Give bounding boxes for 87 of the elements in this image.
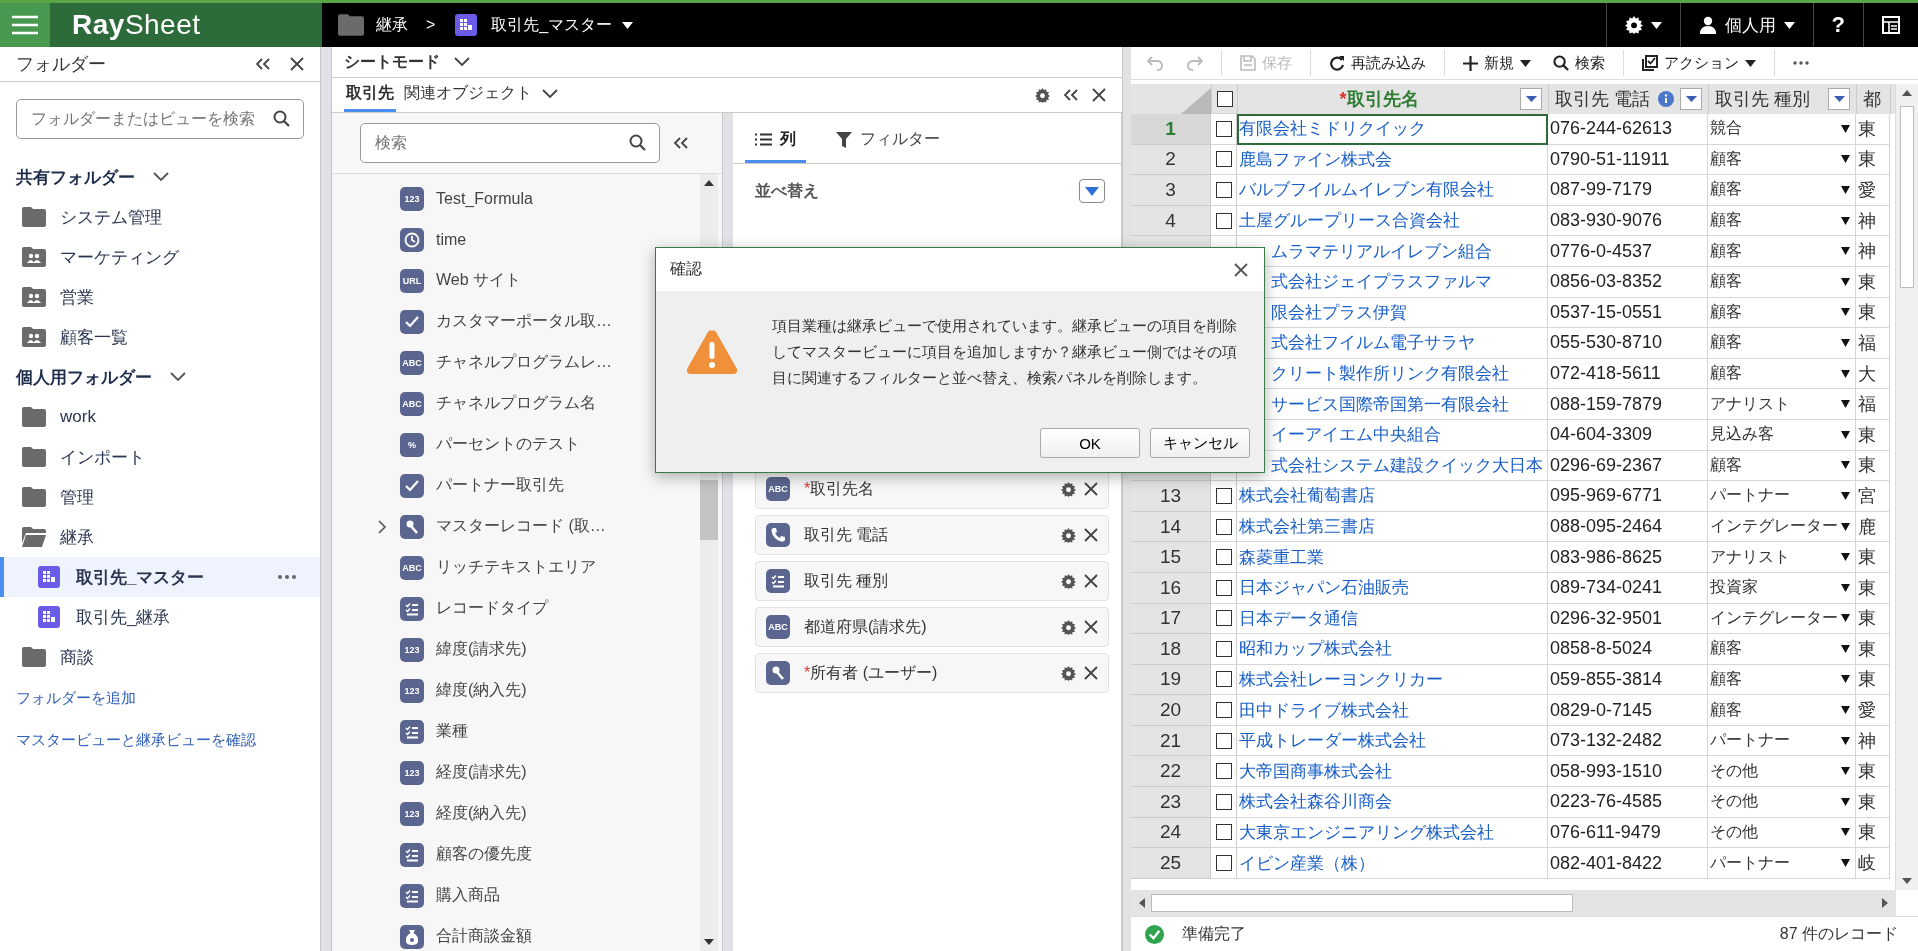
row-number: 25 (1131, 848, 1211, 879)
row-number: 18 (1131, 634, 1211, 665)
row-number: 16 (1131, 572, 1211, 604)
table-cell: 0856-03-8352 (1548, 266, 1708, 298)
field-type-icon: 123 (400, 678, 424, 703)
row-number: 2 (1131, 144, 1211, 176)
table-cell: 東 (1856, 756, 1890, 788)
row-number: 3 (1131, 175, 1211, 206)
field-type-icon: ABC (766, 477, 790, 501)
table-cell: 岐 (1856, 848, 1890, 879)
logo: RaySheet (72, 9, 201, 41)
table-cell: 東 (1856, 266, 1890, 298)
table-cell: 0537-15-0551 (1548, 297, 1708, 329)
field-type-icon: 123 (400, 760, 424, 785)
row-number: 1 (1131, 114, 1211, 145)
table-cell: 東 (1856, 634, 1890, 665)
table-cell: 082-401-8422 (1548, 848, 1708, 879)
table-cell: 神 (1856, 205, 1890, 237)
table-cell: 鹿 (1856, 511, 1890, 543)
section-heading: 並べ替え (755, 180, 819, 201)
panel-title: フォルダー (16, 53, 106, 76)
row-number: 21 (1131, 725, 1211, 757)
table-cell: 福 (1856, 328, 1890, 359)
table-cell: 073-132-2482 (1548, 725, 1708, 757)
row-number: 14 (1131, 511, 1211, 543)
table-cell: 072-418-5611 (1548, 358, 1708, 390)
table-cell: 076-611-9479 (1548, 817, 1708, 849)
table-cell: 0296-32-9501 (1548, 603, 1708, 635)
row-number: 22 (1131, 756, 1211, 788)
row-number: 4 (1131, 205, 1211, 237)
table-cell: 宮 (1856, 481, 1890, 512)
table-cell: 04-604-3309 (1548, 419, 1708, 451)
table-cell: 東 (1856, 787, 1890, 818)
table-cell: 088-159-7879 (1548, 389, 1708, 420)
field-type-icon: 123 (400, 186, 424, 211)
table-cell: 東 (1856, 603, 1890, 635)
table-cell: 0829-0-7145 (1548, 695, 1708, 726)
table-cell: 東 (1856, 572, 1890, 604)
field-type-icon: 123 (400, 637, 424, 662)
dialog-message: 項目業種は継承ビューで使用されています。継承ビューの項目を削除してマスタービューに項目を追加しますか？継承ビュー側ではその項目に関連するフィルターと並べ替え、検索パネルを削除します。 (772, 317, 1238, 388)
row-number: 17 (1131, 603, 1211, 635)
table-cell: 087-99-7179 (1548, 175, 1708, 206)
table-cell: 059-855-3814 (1548, 664, 1708, 696)
table-cell: 東 (1856, 542, 1890, 573)
row-number: 20 (1131, 695, 1211, 726)
table-cell: 0790-51-11911 (1548, 144, 1708, 176)
row-number: 15 (1131, 542, 1211, 573)
table-cell: 076-244-62613 (1548, 114, 1708, 145)
breadcrumb-separator: > (426, 16, 436, 34)
table-cell: 大 (1856, 358, 1890, 390)
table-cell: 095-969-6771 (1548, 481, 1708, 512)
row-number: 24 (1131, 817, 1211, 849)
row-number: 19 (1131, 664, 1211, 696)
table-cell: 東 (1856, 114, 1890, 145)
row-number: 13 (1131, 481, 1211, 512)
table-cell: 055-530-8710 (1548, 328, 1708, 359)
field-type-icon: ABC (400, 555, 424, 580)
table-cell: 神 (1856, 236, 1890, 267)
table-cell: 0296-69-2367 (1548, 450, 1708, 482)
table-cell: 0858-8-5024 (1548, 634, 1708, 665)
table-cell: 東 (1856, 297, 1890, 329)
row-number: 23 (1131, 787, 1211, 818)
table-cell: 神 (1856, 725, 1890, 757)
status-text: 準備完了 (1182, 923, 1247, 944)
table-cell: 東 (1856, 450, 1890, 482)
field-type-icon: % (400, 432, 424, 457)
record-count: 87 件のレコード (1779, 923, 1898, 944)
table-cell: 東 (1856, 419, 1890, 451)
table-cell: 東 (1856, 817, 1890, 849)
table-cell: 愛 (1856, 695, 1890, 726)
field-type-icon: URL (400, 268, 424, 293)
table-cell: 088-095-2464 (1548, 511, 1708, 543)
table-cell: 083-986-8625 (1548, 542, 1708, 573)
table-cell: 058-993-1510 (1548, 756, 1708, 788)
table-cell: 083-930-9076 (1548, 205, 1708, 237)
table-cell: 福 (1856, 389, 1890, 420)
table-cell: 089-734-0241 (1548, 572, 1708, 604)
table-cell: 0776-0-4537 (1548, 236, 1708, 267)
field-type-icon: ABC (766, 615, 790, 639)
table-cell: 0223-76-4585 (1548, 787, 1708, 818)
table-cell: 東 (1856, 144, 1890, 176)
dialog-title: 確認 (670, 259, 702, 279)
table-cell: 東 (1856, 664, 1890, 696)
field-type-icon: 123 (400, 801, 424, 826)
table-cell: 愛 (1856, 175, 1890, 206)
field-type-icon: ABC (400, 350, 424, 375)
field-type-icon: ABC (400, 391, 424, 416)
